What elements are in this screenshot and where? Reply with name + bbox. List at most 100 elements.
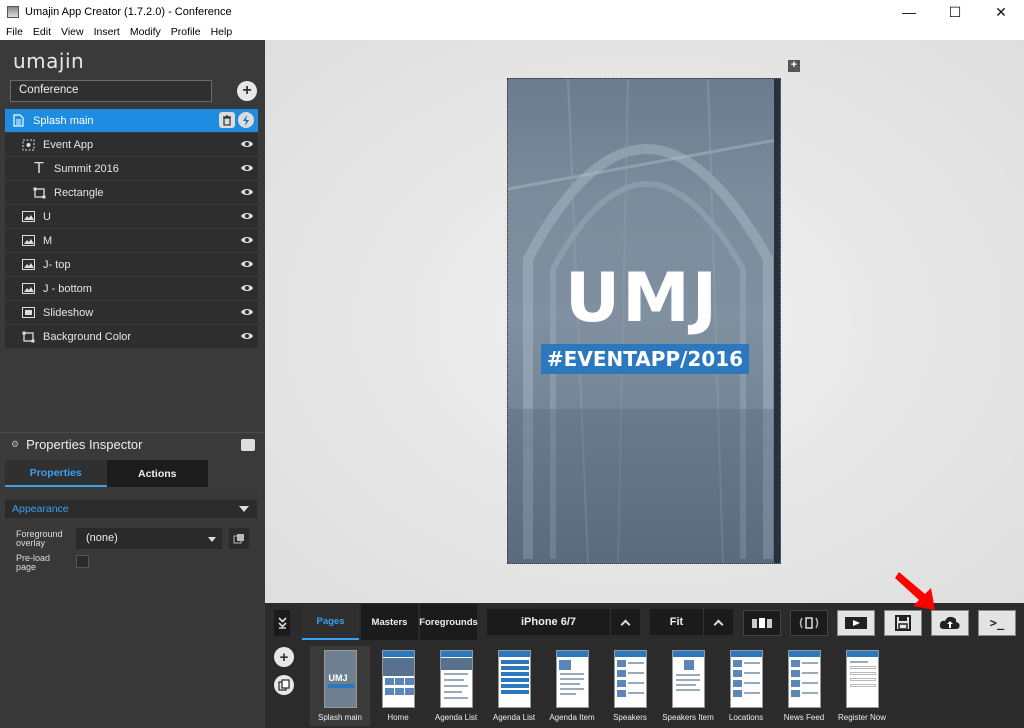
- layer-row-splash-main[interactable]: Splash main: [5, 109, 258, 132]
- menu-help[interactable]: Help: [206, 26, 238, 38]
- collapse-button[interactable]: [274, 610, 290, 636]
- window-title: Umajin App Creator (1.7.2.0) - Conferenc…: [25, 6, 232, 18]
- thumb-preview: [555, 650, 589, 708]
- tab-foregrounds[interactable]: Foregrounds: [419, 604, 478, 640]
- play-icon: [845, 617, 867, 629]
- rotate-icon: [799, 617, 819, 629]
- select-value: (none): [86, 532, 118, 544]
- eye-icon[interactable]: [240, 186, 254, 198]
- foreground-overlay-label: Foreground overlay: [16, 529, 63, 548]
- delete-icon[interactable]: [219, 112, 235, 128]
- menu-file[interactable]: File: [0, 26, 28, 38]
- tab-actions[interactable]: Actions: [106, 460, 208, 487]
- menu-insert[interactable]: Insert: [89, 26, 125, 38]
- layer-row-j-bottom[interactable]: J - bottom: [5, 277, 258, 300]
- layer-row-event-app[interactable]: Event App: [5, 133, 258, 156]
- console-label: >_: [989, 616, 1005, 630]
- appearance-section[interactable]: Appearance: [5, 500, 257, 518]
- eye-icon[interactable]: [240, 306, 254, 318]
- eye-icon[interactable]: [240, 138, 254, 150]
- device-label: iPhone 6/7: [520, 616, 577, 628]
- eye-icon[interactable]: [240, 210, 254, 222]
- thumb-preview: [497, 650, 531, 708]
- add-page-button[interactable]: +: [237, 81, 257, 101]
- page-thumb-speakers[interactable]: Speakers: [600, 646, 660, 726]
- eye-icon[interactable]: [240, 282, 254, 294]
- layer-row-slideshow[interactable]: Slideshow: [5, 301, 258, 324]
- tab-properties[interactable]: Properties: [5, 460, 107, 487]
- layer-row-m[interactable]: M: [5, 229, 258, 252]
- eye-icon[interactable]: [240, 258, 254, 270]
- rectangle-icon: [21, 331, 35, 343]
- inspector-header: ⚙ Properties Inspector: [0, 432, 265, 456]
- page-thumb-register-now[interactable]: Register Now: [832, 646, 892, 726]
- page-thumb-speakers-item[interactable]: Speakers Item: [658, 646, 718, 726]
- window-controls: — ☐ ✕: [886, 0, 1024, 24]
- minimize-button[interactable]: —: [886, 0, 932, 24]
- preview-play-button[interactable]: [837, 610, 875, 636]
- thumb-caption: Register Now: [837, 713, 886, 722]
- layer-row-u[interactable]: U: [5, 205, 258, 228]
- eye-icon[interactable]: [240, 162, 254, 174]
- inspector-tabs: Properties Actions: [5, 460, 208, 487]
- layer-row-background-color[interactable]: Background Color: [5, 325, 258, 348]
- layer-label: M: [43, 234, 53, 247]
- add-element-button[interactable]: +: [788, 60, 800, 72]
- rotate-device-button[interactable]: [790, 610, 828, 636]
- page-thumb-news-feed[interactable]: News Feed: [774, 646, 834, 726]
- cloud-upload-icon: [939, 616, 960, 629]
- layer-label: U: [43, 210, 51, 223]
- layer-row-rectangle[interactable]: Rectangle: [5, 181, 258, 204]
- console-button[interactable]: >_: [978, 610, 1016, 636]
- lightning-icon[interactable]: [238, 112, 254, 128]
- add-page-circle-button[interactable]: +: [274, 647, 294, 667]
- save-button[interactable]: [884, 610, 922, 636]
- project-name-field[interactable]: Conference: [10, 80, 212, 102]
- page-thumb-agenda-list[interactable]: Agenda List: [426, 646, 486, 726]
- overlay-pick-button[interactable]: [229, 528, 249, 549]
- menu-view[interactable]: View: [56, 26, 89, 38]
- menu-modify[interactable]: Modify: [125, 26, 166, 38]
- inspector-body: [5, 489, 258, 728]
- layer-label: J - bottom: [43, 282, 92, 295]
- page-thumb-splash-main[interactable]: UMJ Splash main: [310, 646, 370, 726]
- red-arrow-annotation: [895, 572, 935, 610]
- page-thumb-home[interactable]: Home: [368, 646, 428, 726]
- layer-row-j-top[interactable]: J- top: [5, 253, 258, 276]
- thumb-caption: News Feed: [783, 713, 825, 722]
- phone-preview[interactable]: UMJ #EVENTAPP/2016: [507, 78, 781, 564]
- tab-masters[interactable]: Masters: [361, 604, 418, 640]
- image-icon: [21, 235, 35, 247]
- thumb-caption: Agenda Item: [549, 713, 595, 722]
- zoom-selector[interactable]: Fit: [650, 609, 733, 635]
- page-thumb-agenda-list-2[interactable]: Agenda List: [484, 646, 544, 726]
- menu-profile[interactable]: Profile: [166, 26, 206, 38]
- gear-icon: ⚙: [11, 439, 20, 449]
- menu-edit[interactable]: Edit: [28, 26, 56, 38]
- eye-icon[interactable]: [240, 330, 254, 342]
- section-title: Appearance: [12, 503, 69, 515]
- tab-pages[interactable]: Pages: [302, 604, 359, 640]
- publish-cloud-button[interactable]: [931, 610, 969, 636]
- caret-down-icon: [239, 506, 249, 512]
- thumb-caption: Agenda List: [492, 713, 536, 722]
- close-button[interactable]: ✕: [978, 0, 1024, 24]
- preload-page-checkbox[interactable]: [76, 555, 89, 568]
- foreground-overlay-select[interactable]: (none): [76, 528, 222, 549]
- device-view-button[interactable]: [743, 610, 781, 636]
- thumb-preview: [671, 650, 705, 708]
- page-thumb-agenda-item[interactable]: Agenda Item: [542, 646, 602, 726]
- menu-bar: File Edit View Insert Modify Profile Hel…: [0, 24, 1024, 40]
- pin-icon[interactable]: [241, 439, 255, 451]
- layer-label: Background Color: [43, 330, 132, 343]
- splash-headline: UMJ: [564, 259, 720, 338]
- image-icon: [21, 283, 35, 295]
- thumb-caption: Speakers: [613, 713, 647, 722]
- layer-row-summit-2016[interactable]: T Summit 2016: [5, 157, 258, 180]
- maximize-button[interactable]: ☐: [932, 0, 978, 24]
- chevron-up-icon: [703, 609, 733, 635]
- device-selector[interactable]: iPhone 6/7: [487, 609, 640, 635]
- page-thumb-locations[interactable]: Locations: [716, 646, 776, 726]
- duplicate-page-button[interactable]: [274, 675, 294, 695]
- eye-icon[interactable]: [240, 234, 254, 246]
